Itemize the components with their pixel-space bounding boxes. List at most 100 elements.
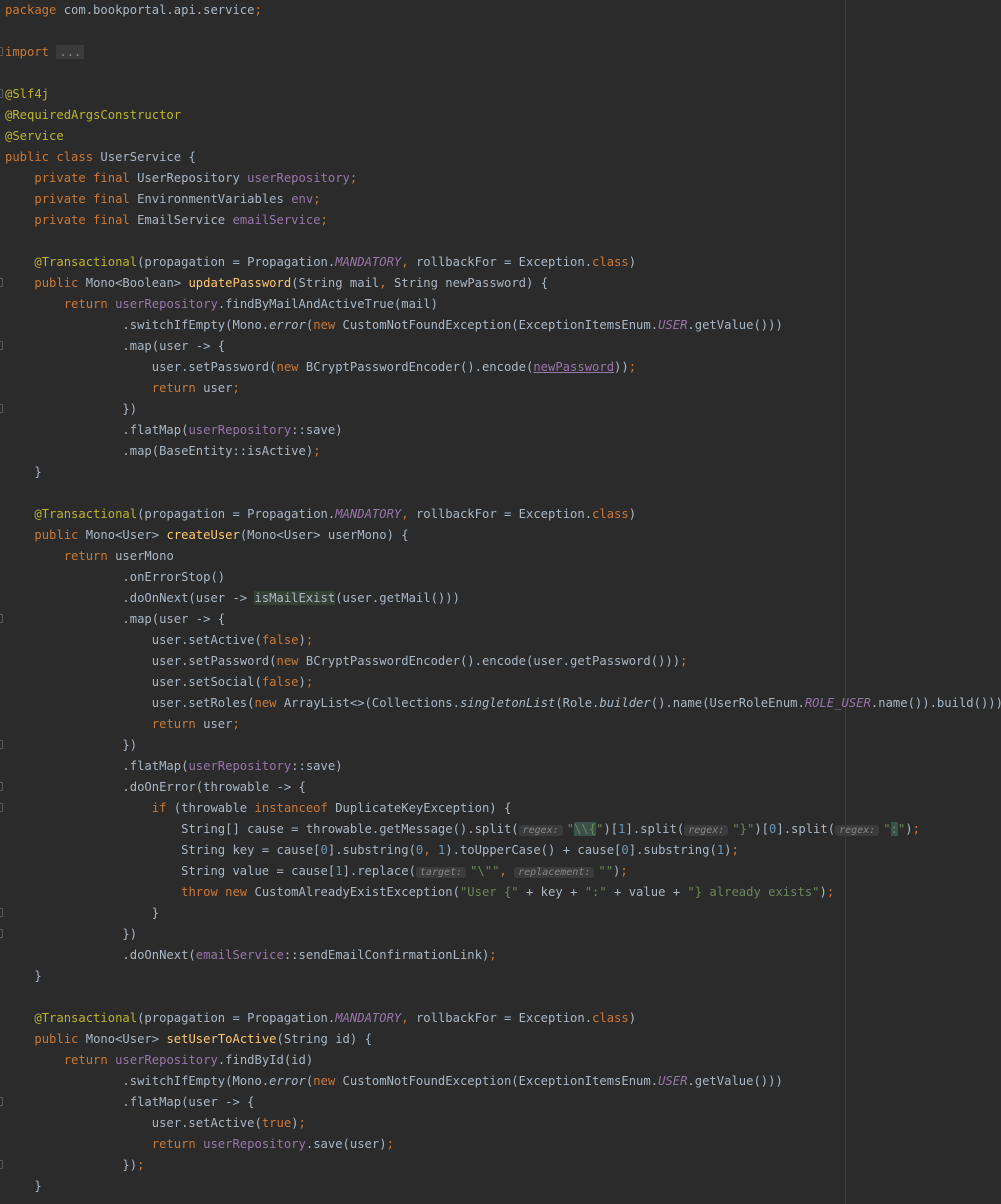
code-token: error — [269, 1074, 306, 1088]
code-line[interactable]: .map(user -> { — [0, 609, 1001, 630]
code-line[interactable]: return userRepository.findById(id) — [5, 1050, 1001, 1071]
code-line[interactable] — [5, 231, 1001, 252]
code-line[interactable]: package com.bookportal.api.service; — [5, 0, 1001, 21]
code-line[interactable]: .flatMap(userRepository::save) — [5, 756, 1001, 777]
code-line[interactable]: @Transactional(propagation = Propagation… — [5, 1008, 1001, 1029]
code-line[interactable]: @Transactional(propagation = Propagation… — [5, 252, 1001, 273]
code-line[interactable]: .flatMap(userRepository::save) — [5, 420, 1001, 441]
code-line[interactable]: public Mono<User> setUserToActive(String… — [5, 1029, 1001, 1050]
code-line[interactable] — [5, 483, 1001, 504]
code-token: , — [401, 1011, 409, 1025]
code-line[interactable]: }) — [0, 735, 1001, 756]
code-line[interactable]: return user; — [5, 378, 1001, 399]
code-token: ; — [313, 192, 321, 206]
code-token: ; — [489, 948, 497, 962]
code-token: user.setPassword( — [5, 654, 277, 668]
fold-marker-icon[interactable] — [0, 278, 3, 287]
code-token: instanceof — [254, 801, 336, 815]
fold-marker-icon[interactable] — [0, 341, 3, 350]
code-line[interactable]: private final EnvironmentVariables env; — [5, 189, 1001, 210]
code-line[interactable]: if (throwable instanceof DuplicateKeyExc… — [0, 798, 1001, 819]
code-token: ].substring( — [327, 843, 416, 857]
folded-imports[interactable]: ... — [56, 45, 85, 59]
code-token: user — [203, 717, 233, 731]
code-area[interactable]: package com.bookportal.api.service; impo… — [0, 0, 1001, 1197]
code-token: String newPassword) { — [386, 276, 549, 290]
code-line[interactable]: .doOnNext(user -> isMailExist(user.getMa… — [5, 588, 1001, 609]
code-line[interactable]: .flatMap(user -> { — [0, 1092, 1001, 1113]
code-line[interactable]: user.setActive(false); — [5, 630, 1001, 651]
fold-marker-icon[interactable] — [0, 740, 3, 749]
code-line[interactable] — [5, 21, 1001, 42]
code-line[interactable]: }); — [0, 1155, 1001, 1176]
code-line[interactable]: String[] cause = throwable.getMessage().… — [5, 819, 1001, 840]
code-token: } — [5, 906, 160, 920]
fold-marker-icon[interactable] — [0, 89, 3, 98]
code-line[interactable]: @Slf4j — [0, 84, 1001, 105]
code-line[interactable]: .doOnNext(emailService::sendEmailConfirm… — [5, 945, 1001, 966]
code-token: (propagation = Propagation. — [137, 507, 336, 521]
code-token: "\"" — [470, 864, 500, 878]
fold-marker-icon[interactable] — [0, 782, 3, 791]
code-line[interactable]: .switchIfEmpty(Mono.error(new CustomNotF… — [5, 1071, 1001, 1092]
fold-marker-icon[interactable] — [0, 908, 3, 917]
code-line[interactable]: return userRepository.save(user); — [5, 1134, 1001, 1155]
code-line[interactable]: user.setPassword(new BCryptPasswordEncod… — [5, 357, 1001, 378]
fold-marker-icon[interactable] — [0, 1097, 3, 1106]
code-line[interactable]: } — [5, 966, 1001, 987]
code-line[interactable]: user.setActive(true); — [5, 1113, 1001, 1134]
fold-marker-icon[interactable] — [0, 614, 3, 623]
code-line[interactable]: @Service — [5, 126, 1001, 147]
code-line[interactable]: return userMono — [5, 546, 1001, 567]
code-token: String key = cause[ — [5, 843, 321, 857]
code-line[interactable]: } — [0, 903, 1001, 924]
code-line[interactable]: .map(BaseEntity::isActive); — [5, 441, 1001, 462]
code-token: .getValue())) — [687, 1074, 783, 1088]
code-token: userRepository — [115, 1053, 218, 1067]
code-token: ; — [680, 654, 688, 668]
code-line[interactable]: throw new CustomAlreadyExistException("U… — [5, 882, 1001, 903]
code-line[interactable]: .switchIfEmpty(Mono.error(new CustomNotF… — [5, 315, 1001, 336]
code-line[interactable]: public class UserService { — [5, 147, 1001, 168]
code-token: false — [261, 633, 299, 647]
code-line[interactable]: user.setSocial(false); — [5, 672, 1001, 693]
code-line[interactable]: private final EmailService emailService; — [5, 210, 1001, 231]
code-line[interactable]: String key = cause[0].substring(0, 1).to… — [5, 840, 1001, 861]
code-token: " — [883, 822, 891, 836]
code-line[interactable]: public Mono<User> createUser(Mono<User> … — [5, 525, 1001, 546]
fold-marker-icon[interactable] — [0, 803, 3, 812]
code-line[interactable]: import ... — [0, 42, 1001, 63]
code-line[interactable]: return userRepository.findByMailAndActiv… — [5, 294, 1001, 315]
code-line[interactable]: return user; — [5, 714, 1001, 735]
code-line[interactable]: String value = cause[1].replace(target: "… — [5, 861, 1001, 882]
code-line[interactable]: .doOnError(throwable -> { — [0, 777, 1001, 798]
code-token: @Transactional — [34, 255, 138, 269]
fold-marker-icon[interactable] — [0, 47, 3, 56]
code-line[interactable]: @RequiredArgsConstructor — [5, 105, 1001, 126]
code-token: ) — [819, 885, 827, 899]
code-token: (Role. — [555, 696, 600, 710]
code-line[interactable]: @Transactional(propagation = Propagation… — [5, 504, 1001, 525]
code-line[interactable]: }) — [0, 924, 1001, 945]
code-line[interactable]: user.setPassword(new BCryptPasswordEncod… — [5, 651, 1001, 672]
code-line[interactable]: .onErrorStop() — [5, 567, 1001, 588]
code-line[interactable]: public Mono<Boolean> updatePassword(Stri… — [0, 273, 1001, 294]
code-line[interactable]: .map(user -> { — [0, 336, 1001, 357]
code-token: ; — [731, 843, 739, 857]
code-line[interactable]: } — [5, 462, 1001, 483]
code-line[interactable]: user.setRoles(new ArrayList<>(Collection… — [5, 693, 1001, 714]
fold-marker-icon[interactable] — [0, 1160, 3, 1169]
code-token: ; — [620, 864, 628, 878]
code-line[interactable]: } — [5, 1176, 1001, 1197]
code-line[interactable]: private final UserRepository userReposit… — [5, 168, 1001, 189]
code-editor[interactable]: package com.bookportal.api.service; impo… — [0, 0, 1001, 1204]
fold-marker-icon[interactable] — [0, 929, 3, 938]
code-token: 1 — [335, 864, 343, 878]
code-line[interactable]: }) — [0, 399, 1001, 420]
code-line[interactable] — [5, 987, 1001, 1008]
fold-marker-icon[interactable] — [0, 404, 3, 413]
code-line[interactable] — [5, 63, 1001, 84]
